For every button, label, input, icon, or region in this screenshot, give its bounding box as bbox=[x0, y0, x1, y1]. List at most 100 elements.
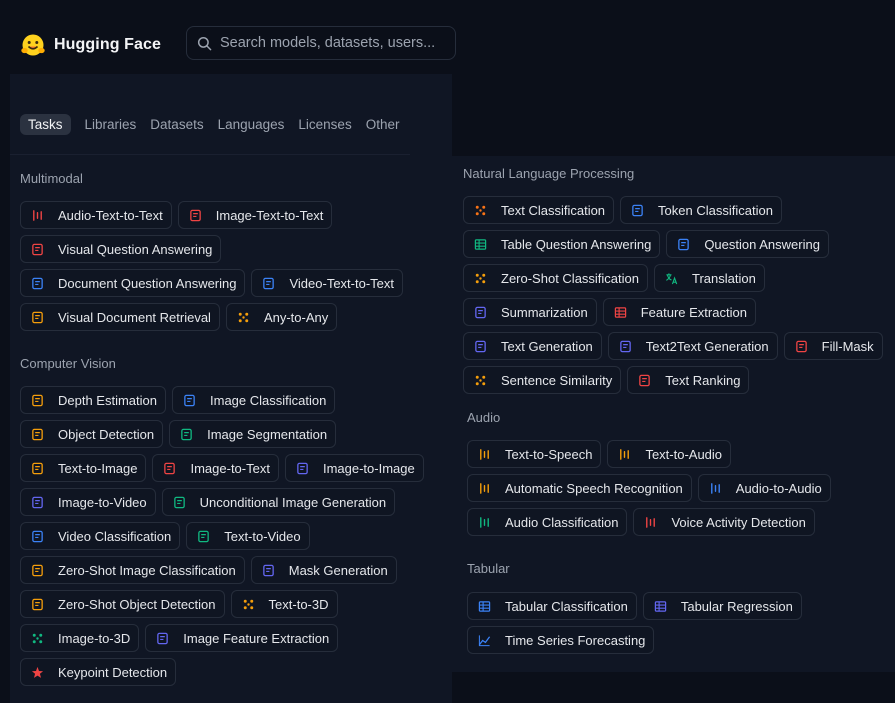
task-chip-label: Image-to-3D bbox=[58, 630, 131, 646]
task-chip-label: Any-to-Any bbox=[263, 309, 329, 325]
task-chip-audio-to-audio[interactable]: Audio-to-Audio bbox=[697, 474, 831, 502]
task-chip-video-classification[interactable]: Video Classification bbox=[20, 522, 181, 550]
task-chip-text-to-audio[interactable]: Text-to-Audio bbox=[607, 440, 732, 468]
task-chip-image-to-3d[interactable]: Image-to-3D bbox=[20, 624, 140, 652]
task-chip-document-retrieval[interactable]: Visual Document Retrieval bbox=[20, 303, 220, 331]
token-classification-icon bbox=[631, 204, 644, 217]
task-chip-text-to-speech[interactable]: Text-to-Speech bbox=[467, 440, 602, 468]
image-to-text-icon bbox=[163, 462, 176, 475]
task-chip-text-classification[interactable]: Text Classification bbox=[463, 196, 615, 224]
search-box[interactable] bbox=[186, 26, 456, 60]
tab-datasets[interactable]: Datasets bbox=[150, 114, 203, 135]
sentence-similarity-icon bbox=[474, 374, 487, 387]
tab-languages[interactable]: Languages bbox=[218, 114, 285, 135]
left-panel: Hugging Face Tasks Libraries Datasets La… bbox=[10, 20, 456, 703]
task-chip-fill-mask[interactable]: Fill-Mask bbox=[783, 332, 883, 360]
task-chip-table-qa[interactable]: Table Question Answering bbox=[463, 230, 661, 258]
time-series-icon bbox=[478, 634, 491, 647]
chips-tabular: Tabular Classification Tabular Regression… bbox=[467, 592, 887, 654]
task-chip-image-feature[interactable]: Image Feature Extraction bbox=[145, 624, 339, 652]
tab-licenses[interactable]: Licenses bbox=[298, 114, 351, 135]
task-chip-label: Image Classification bbox=[210, 392, 327, 408]
speech-recognition-icon bbox=[478, 482, 491, 495]
task-chip-question-answering[interactable]: Question Answering bbox=[666, 230, 829, 258]
tabs-divider bbox=[10, 154, 410, 155]
task-chip-tabular-regression[interactable]: Tabular Regression bbox=[642, 592, 802, 620]
task-chip-text-to-3d[interactable]: Text-to-3D bbox=[230, 590, 338, 618]
task-chip-video-text[interactable]: Video-Text-to-Text bbox=[251, 269, 404, 297]
task-chip-label: Summarization bbox=[501, 304, 588, 320]
zero-shot-image-icon bbox=[31, 564, 44, 577]
task-chip-visual-qa[interactable]: Visual Question Answering bbox=[20, 235, 222, 263]
text-to-video-icon bbox=[197, 530, 210, 543]
task-chip-zero-shot-image[interactable]: Zero-Shot Image Classification bbox=[20, 556, 245, 584]
task-chip-image-to-video[interactable]: Image-to-Video bbox=[20, 488, 156, 516]
task-chip-sentence-similarity[interactable]: Sentence Similarity bbox=[463, 366, 622, 394]
keypoint-icon bbox=[31, 666, 44, 679]
task-chip-unconditional-generation[interactable]: Unconditional Image Generation bbox=[161, 488, 396, 516]
task-chip-document-qa[interactable]: Document Question Answering bbox=[20, 269, 246, 297]
tab-other[interactable]: Other bbox=[366, 114, 400, 135]
task-chip-keypoint[interactable]: Keypoint Detection bbox=[20, 658, 177, 686]
translation-icon bbox=[665, 272, 678, 285]
task-chip-summarization[interactable]: Summarization bbox=[463, 298, 597, 326]
task-chip-image-to-image[interactable]: Image-to-Image bbox=[284, 454, 424, 482]
image-segmentation-icon bbox=[180, 428, 193, 441]
task-chip-feature-extraction[interactable]: Feature Extraction bbox=[602, 298, 756, 326]
visual-qa-icon bbox=[31, 243, 44, 256]
image-feature-icon bbox=[156, 632, 169, 645]
task-chip-label: Visual Document Retrieval bbox=[58, 309, 211, 325]
chips-multimodal: Audio-Text-to-Text Image-Text-to-Text Visu… bbox=[20, 201, 440, 331]
task-chip-object-detection[interactable]: Object Detection bbox=[20, 420, 164, 448]
tab-tasks[interactable]: Tasks bbox=[20, 114, 71, 135]
document-retrieval-icon bbox=[31, 311, 44, 324]
section-title-multimodal: Multimodal bbox=[20, 171, 83, 186]
task-chip-any-to-any[interactable]: Any-to-Any bbox=[225, 303, 338, 331]
video-text-icon bbox=[262, 277, 275, 290]
image-to-image-icon bbox=[296, 462, 309, 475]
text-to-image-icon bbox=[31, 462, 44, 475]
task-chip-zero-shot-classification[interactable]: Zero-Shot Classification bbox=[463, 264, 648, 292]
task-chip-label: Tabular Regression bbox=[680, 598, 793, 614]
section-title-audio: Audio bbox=[467, 410, 501, 425]
task-chip-audio-classification[interactable]: Audio Classification bbox=[467, 508, 628, 536]
task-chip-token-classification[interactable]: Token Classification bbox=[620, 196, 782, 224]
task-chip-label: Video-Text-to-Text bbox=[289, 275, 395, 291]
task-chip-text2text[interactable]: Text2Text Generation bbox=[607, 332, 778, 360]
audio-to-audio-icon bbox=[709, 482, 722, 495]
task-chip-time-series[interactable]: Time Series Forecasting bbox=[467, 626, 655, 654]
task-chip-label: Unconditional Image Generation bbox=[199, 494, 387, 510]
task-chip-label: Time Series Forecasting bbox=[505, 632, 646, 648]
task-chip-image-segmentation[interactable]: Image Segmentation bbox=[169, 420, 337, 448]
task-chip-text-to-image[interactable]: Text-to-Image bbox=[20, 454, 147, 482]
task-chip-label: Audio Classification bbox=[505, 514, 619, 530]
task-chip-label: Text-to-Video bbox=[224, 528, 301, 544]
task-chip-text-generation[interactable]: Text Generation bbox=[463, 332, 602, 360]
zero-shot-object-icon bbox=[31, 598, 44, 611]
audio-classification-icon bbox=[478, 516, 491, 529]
task-chip-text-ranking[interactable]: Text Ranking bbox=[627, 366, 750, 394]
task-chip-mask-generation[interactable]: Mask Generation bbox=[250, 556, 397, 584]
search-input[interactable] bbox=[220, 35, 452, 51]
task-chip-depth[interactable]: Depth Estimation bbox=[20, 386, 166, 414]
task-chip-image-classification[interactable]: Image Classification bbox=[172, 386, 336, 414]
task-chip-audio-text[interactable]: Audio-Text-to-Text bbox=[20, 201, 172, 229]
task-chip-label: Text Ranking bbox=[665, 372, 741, 388]
task-chip-image-text[interactable]: Image-Text-to-Text bbox=[177, 201, 333, 229]
task-chip-text-to-video[interactable]: Text-to-Video bbox=[186, 522, 310, 550]
task-chip-label: Text2Text Generation bbox=[645, 338, 769, 354]
task-chip-voice-activity[interactable]: Voice Activity Detection bbox=[633, 508, 815, 536]
logo[interactable]: Hugging Face bbox=[20, 32, 161, 58]
task-chip-label: Audio-Text-to-Text bbox=[58, 207, 163, 223]
tab-libraries[interactable]: Libraries bbox=[85, 114, 137, 135]
task-chip-zero-shot-object[interactable]: Zero-Shot Object Detection bbox=[20, 590, 225, 618]
image-to-3d-icon bbox=[31, 632, 44, 645]
task-chip-label: Fill-Mask bbox=[821, 338, 874, 354]
task-chip-image-to-text[interactable]: Image-to-Text bbox=[152, 454, 279, 482]
task-chip-label: Mask Generation bbox=[288, 562, 388, 578]
image-classification-icon bbox=[183, 394, 196, 407]
task-chip-translation[interactable]: Translation bbox=[654, 264, 765, 292]
audio-text-icon bbox=[31, 209, 44, 222]
task-chip-speech-recognition[interactable]: Automatic Speech Recognition bbox=[467, 474, 692, 502]
task-chip-tabular-classification[interactable]: Tabular Classification bbox=[467, 592, 637, 620]
